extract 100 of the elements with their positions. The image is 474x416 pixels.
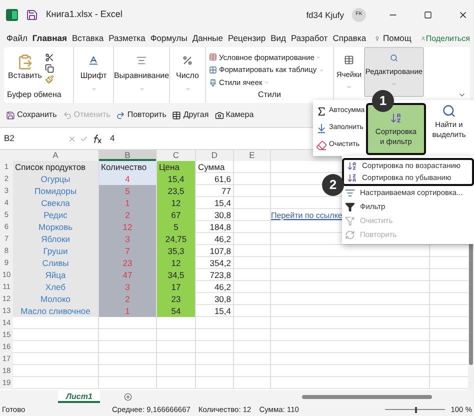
table-cell[interactable]: 12	[157, 197, 196, 209]
table-cell[interactable]: 34,5	[157, 269, 196, 281]
menu-tab[interactable]: Вставка	[69, 32, 106, 45]
close-icon[interactable]	[458, 10, 468, 20]
table-cell[interactable]: 4	[99, 173, 157, 185]
user-name: fd34 Kjufy	[306, 8, 344, 22]
reapply-icon	[345, 230, 355, 240]
table-format-icon	[209, 66, 217, 74]
clear-filter-icon	[345, 216, 355, 226]
table-cell[interactable]: 184,8	[196, 221, 234, 233]
copy-icon[interactable]	[44, 64, 54, 72]
align-center-icon	[136, 55, 147, 66]
table-cell[interactable]: 61,6	[196, 173, 234, 185]
add-sheet-icon[interactable]	[124, 392, 132, 400]
table-cell[interactable]: Хлеб	[13, 281, 99, 293]
table-cell[interactable]: Цена	[157, 161, 196, 173]
help-tab[interactable]: Помощ	[382, 32, 412, 45]
toolbar-button[interactable]: Повторить	[127, 109, 166, 121]
custom-sort-icon	[345, 188, 355, 198]
table-cell[interactable]: 15,4	[196, 197, 234, 209]
table-cell[interactable]: 354,2	[196, 257, 234, 269]
menu-tab[interactable]: Справка	[330, 32, 369, 45]
camera-icon	[214, 110, 224, 120]
column-header[interactable]: B	[99, 150, 157, 161]
paste-icon	[16, 54, 33, 70]
sheet-icon	[172, 110, 182, 120]
caret-icon	[184, 86, 190, 92]
table-cell[interactable]: 46,2	[196, 281, 234, 293]
table-cell[interactable]: 723,8	[196, 269, 234, 281]
column-header[interactable]: D	[196, 150, 234, 161]
ribbon-button[interactable]: Число	[176, 70, 199, 82]
sort-ascending-icon	[347, 161, 357, 171]
table-cell[interactable]: 15,4	[157, 173, 196, 185]
caret-icon	[90, 86, 96, 92]
table-cell[interactable]: 15,4	[196, 305, 234, 317]
table-cell[interactable]: 107,8	[196, 245, 234, 257]
table-cell[interactable]: Количество	[99, 161, 157, 173]
window-title: Книга1.xlsx - Excel	[46, 8, 122, 22]
table-cell[interactable]: 46,2	[196, 233, 234, 245]
eraser-icon	[316, 140, 327, 151]
percent-icon	[182, 55, 193, 66]
group-label: Стили	[256, 89, 282, 102]
name-box[interactable]: B2	[4, 132, 64, 145]
redo-icon	[116, 110, 126, 120]
table-cell[interactable]: 23	[157, 293, 196, 305]
caret-icon	[316, 54, 322, 60]
table-cell[interactable]: 17	[157, 281, 196, 293]
menu-tab[interactable]: Вид	[268, 32, 289, 45]
save-icon	[6, 110, 15, 120]
sheet-tab[interactable]: Лист1	[58, 390, 100, 403]
menu-tab[interactable]: Данные	[190, 32, 226, 45]
table-cell[interactable]: 12	[157, 257, 196, 269]
fill-down-icon	[316, 123, 327, 134]
table-cell[interactable]: Список продуктов	[13, 161, 99, 173]
menu-tab[interactable]: Главная	[30, 32, 70, 45]
menu-tab[interactable]: Файл	[4, 32, 30, 45]
formula-field[interactable]: 4	[110, 132, 115, 145]
hyperlink[interactable]: Перейти по ссылке	[271, 211, 342, 220]
toolbar-button[interactable]: Сохранить	[17, 109, 57, 121]
share-icon	[421, 34, 426, 43]
table-cell[interactable]: 30,8	[196, 293, 234, 305]
caret-icon	[346, 84, 352, 90]
table-cell[interactable]: 77	[196, 185, 234, 197]
filter-icon	[345, 202, 355, 212]
table-cell[interactable]: 35,3	[157, 245, 196, 257]
caret-icon	[264, 80, 270, 86]
excel-logo	[6, 9, 18, 21]
table-cell[interactable]: Сумма	[196, 161, 234, 173]
sort-descending-icon	[347, 173, 357, 183]
table-cell[interactable]: 24,75	[157, 233, 196, 245]
save-icon[interactable]	[26, 9, 38, 21]
font-color-icon	[88, 55, 99, 66]
menu-tab[interactable]: Рецензир	[226, 32, 268, 45]
cancel-icon	[68, 134, 76, 142]
cut-icon[interactable]	[44, 52, 54, 62]
menu-tab[interactable]: Разметка	[106, 32, 148, 45]
toolbar-button[interactable]: Камера	[226, 109, 254, 121]
paste-button[interactable]: Вставить	[8, 70, 42, 82]
cell-styles-icon	[209, 78, 217, 87]
maximize-icon[interactable]	[424, 11, 432, 19]
ribbon-button[interactable]: Шрифт	[80, 70, 107, 82]
menu-tab[interactable]: Формулы	[148, 32, 190, 45]
table-cell[interactable]: 67	[157, 209, 196, 222]
search-icon	[442, 104, 456, 118]
toolbar-button[interactable]: Другая	[183, 109, 209, 121]
sigma-icon	[316, 106, 327, 117]
table-cell[interactable]: 54	[157, 305, 196, 317]
ribbon-button[interactable]: Выравнивание	[114, 70, 170, 82]
menu-tab[interactable]: Разработ	[288, 32, 330, 45]
column-header[interactable]: E	[234, 150, 271, 161]
table-cell[interactable]: 23,5	[157, 185, 196, 197]
table-cell[interactable]: 5	[157, 221, 196, 233]
caret-icon	[318, 68, 324, 72]
table-cell[interactable]: Молоко	[13, 293, 99, 305]
share-button[interactable]: Поделиться	[426, 32, 470, 44]
zoom-slider[interactable]	[384, 406, 445, 412]
function-icon	[92, 134, 102, 144]
conditional-format-icon	[209, 53, 217, 62]
caret-icon	[391, 81, 397, 88]
collapse-ribbon-icon[interactable]	[458, 91, 466, 99]
